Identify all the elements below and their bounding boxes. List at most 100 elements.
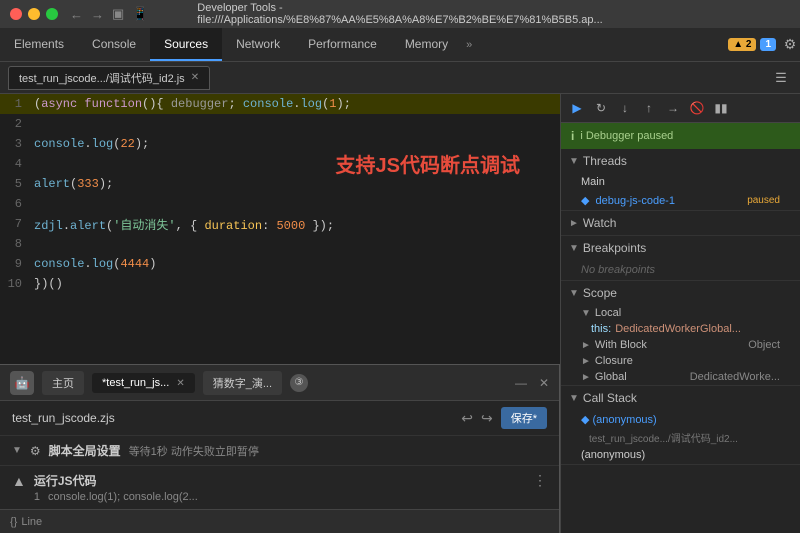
line-content-10: })() — [30, 277, 560, 291]
line-number-10: 10 — [0, 277, 30, 291]
bot-avatar: 🤖 — [10, 371, 34, 395]
bottom-panel-header: 🤖 主页 *test_run_js... ✕ 猜数字_演... ③ — ✕ — [0, 365, 559, 401]
traffic-light-green[interactable] — [46, 8, 58, 20]
nav-forward-icon[interactable]: → — [91, 7, 104, 22]
settings-icon[interactable]: ⚙ — [780, 35, 800, 55]
line-number-7: 7 — [0, 217, 30, 231]
line-content-7: zdjl.alert('自动消失', { duration: 5000 }); — [30, 216, 560, 233]
bp-run-arrow-icon: ▲ — [12, 473, 26, 489]
code-line-7: 7 zdjl.alert('自动消失', { duration: 5000 })… — [0, 214, 560, 234]
bp-run-section[interactable]: ▲ 运行JS代码 1 console.log(1); console.log(2… — [0, 466, 559, 509]
bp-tab-current[interactable]: *test_run_js... ✕ — [92, 373, 195, 393]
code-line-8: 8 — [0, 234, 560, 254]
sidebar-toggle-button[interactable]: ☰ — [770, 67, 792, 89]
bp-close-button[interactable]: ✕ — [539, 376, 549, 390]
line-number-3: 3 — [0, 137, 30, 151]
call-stack-title: Call Stack — [583, 391, 637, 405]
warning-badge[interactable]: ▲ 2 — [728, 38, 756, 51]
code-line-9: 9 console.log(4444) — [0, 254, 560, 274]
scope-local-label: Local — [595, 307, 621, 319]
thread-debug-js[interactable]: ◆ debug-js-code-1 paused — [561, 191, 800, 210]
traffic-light-red[interactable] — [10, 8, 22, 20]
bp-run-line-number: 1 — [34, 491, 40, 503]
tab-network[interactable]: Network — [222, 28, 294, 61]
callstack-item-1-sub: test_run_jscode.../调试代码_id2... — [561, 429, 800, 446]
file-toolbar: test_run_jscode.../调试代码_id2.js ✕ ☰ — [0, 62, 800, 94]
nav-back-icon[interactable]: ← — [70, 7, 83, 22]
more-tabs-button[interactable]: » — [462, 39, 476, 51]
no-breakpoints-text: No breakpoints — [561, 260, 800, 280]
threads-arrow-icon: ▼ — [569, 156, 579, 167]
bp-line-label: Line — [21, 516, 42, 528]
tab-sources[interactable]: Sources — [150, 28, 222, 61]
line-content-5: alert(333); — [30, 177, 560, 191]
inspect-icon[interactable]: ▣ — [112, 6, 124, 22]
tab-console[interactable]: Console — [78, 28, 150, 61]
device-icon[interactable]: 📱 — [132, 6, 148, 22]
bp-settings-arrow-icon: ▼ — [12, 445, 22, 456]
bp-tab-home[interactable]: 主页 — [42, 371, 84, 395]
bp-run-title: 运行JS代码 — [34, 472, 97, 489]
bp-settings-section[interactable]: ▼ ⚙ 脚本全局设置 等待1秒 动作失败立即暂停 — [0, 436, 559, 466]
file-tab-close[interactable]: ✕ — [191, 72, 199, 83]
file-tab-name: test_run_jscode.../调试代码_id2.js — [19, 70, 185, 86]
bp-minimize-button[interactable]: — — [515, 376, 527, 390]
main-area: 1 (async function(){ debugger; console.l… — [0, 94, 800, 533]
line-content-9: console.log(4444) — [30, 257, 560, 271]
bp-tab-close-icon[interactable]: ✕ — [176, 378, 184, 389]
file-tab[interactable]: test_run_jscode.../调试代码_id2.js ✕ — [8, 66, 210, 90]
scope-local-group[interactable]: ▼ Local — [561, 305, 800, 321]
deactivate-button[interactable]: 🚫 — [687, 98, 707, 118]
source-panel: 1 (async function(){ debugger; console.l… — [0, 94, 560, 533]
pause-on-exceptions-button[interactable]: ▮▮ — [711, 98, 731, 118]
bp-settings-meta: 等待1秒 动作失败立即暂停 — [129, 443, 259, 459]
reload-button[interactable]: ↻ — [591, 98, 611, 118]
threads-header[interactable]: ▼ Threads — [561, 149, 800, 173]
scope-closure-group[interactable]: ► Closure — [561, 353, 800, 369]
step-out-button[interactable]: → — [663, 98, 683, 118]
scope-arrow-icon: ▼ — [569, 288, 579, 299]
code-line-5: 5 alert(333); — [0, 174, 560, 194]
step-into-button[interactable]: ↑ — [639, 98, 659, 118]
scope-withblock-group[interactable]: ► With Block Object — [561, 337, 800, 353]
info-badge[interactable]: 1 — [760, 38, 776, 51]
bp-redo-button[interactable]: ↪ — [481, 410, 493, 427]
tab-elements[interactable]: Elements — [0, 28, 78, 61]
pause-text: i Debugger paused — [580, 130, 673, 142]
callstack-item-1-name: ◆ (anonymous) — [581, 414, 657, 426]
debugger-paused-banner: i i Debugger paused — [561, 123, 800, 149]
line-number-8: 8 — [0, 237, 30, 251]
resume-button[interactable]: ▶ — [567, 98, 587, 118]
bp-undo-button[interactable]: ↩ — [461, 410, 473, 427]
step-over-button[interactable]: ↓ — [615, 98, 635, 118]
watch-header[interactable]: ► Watch — [561, 211, 800, 235]
breakpoints-header[interactable]: ▼ Breakpoints — [561, 236, 800, 260]
scope-this-val: DedicatedWorkerGlobal... — [615, 323, 741, 335]
scope-header[interactable]: ▼ Scope — [561, 281, 800, 305]
traffic-light-yellow[interactable] — [28, 8, 40, 20]
bp-run-more-icon[interactable]: ⋮ — [533, 472, 547, 489]
tab-memory[interactable]: Memory — [391, 28, 462, 61]
scope-local-arrow-icon: ▼ — [581, 308, 591, 319]
thread-main[interactable]: Main — [561, 173, 800, 191]
scope-global-arrow-icon: ► — [581, 372, 591, 383]
callstack-item-2[interactable]: (anonymous) — [561, 446, 800, 464]
bp-filename-row: test_run_jscode.zjs ↩ ↪ 保存* — [0, 401, 559, 436]
call-stack-header[interactable]: ▼ Call Stack — [561, 386, 800, 410]
tab-performance[interactable]: Performance — [294, 28, 391, 61]
line-number-5: 5 — [0, 177, 30, 191]
bp-tab-other[interactable]: 猜数字_演... — [203, 371, 282, 395]
line-number-2: 2 — [0, 117, 30, 131]
scope-withblock-arrow-icon: ► — [581, 340, 591, 351]
line-content-3: console.log(22); — [30, 137, 560, 151]
watch-arrow-icon: ► — [569, 218, 579, 229]
threads-section: ▼ Threads Main ◆ debug-js-code-1 paused — [561, 149, 800, 211]
nav-tabs: Elements Console Sources Network Perform… — [0, 28, 800, 62]
watch-section: ► Watch — [561, 211, 800, 236]
bp-code-icon[interactable]: {} — [10, 516, 17, 528]
scope-global-group[interactable]: ► Global DedicatedWorke... — [561, 369, 800, 385]
code-line-10: 10 })() — [0, 274, 560, 294]
bp-save-button[interactable]: 保存* — [501, 407, 547, 429]
callstack-item-1[interactable]: ◆ (anonymous) — [561, 410, 800, 429]
call-stack-arrow-icon: ▼ — [569, 393, 579, 404]
